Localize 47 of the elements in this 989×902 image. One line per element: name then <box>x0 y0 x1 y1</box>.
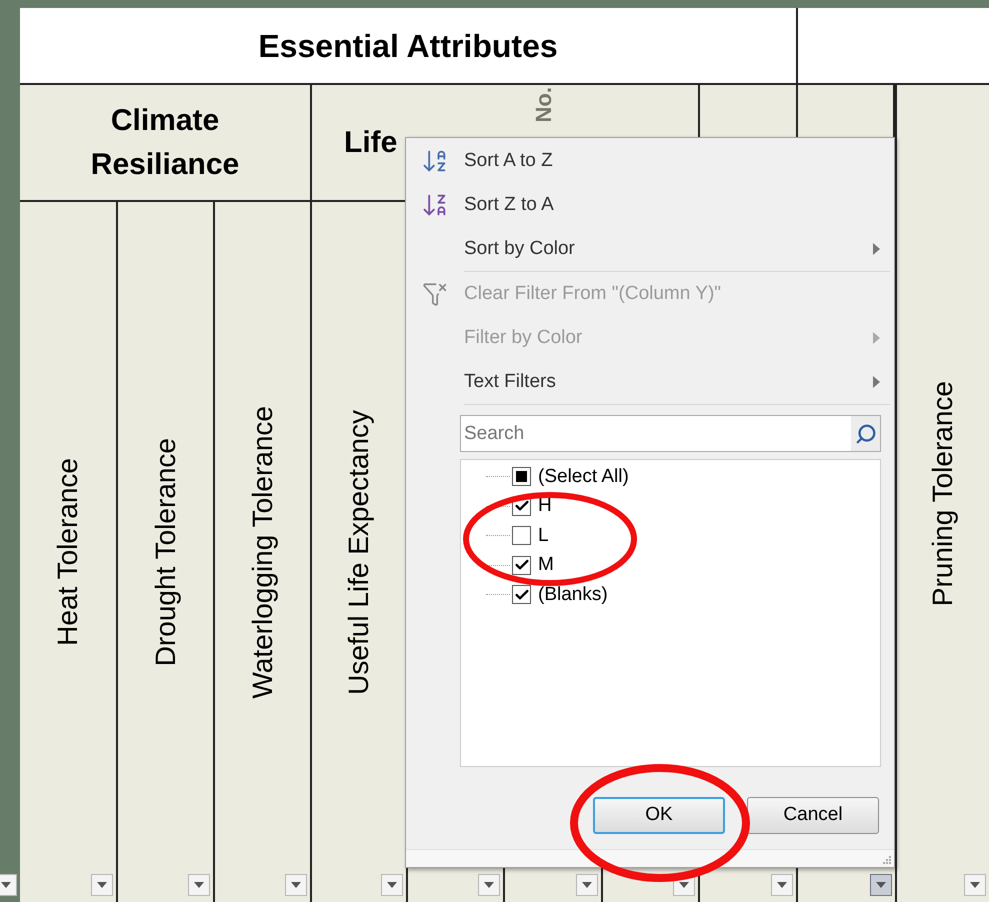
menu-item[interactable]: Text Filters <box>406 360 894 404</box>
column-header: Heat Tolerance <box>51 458 84 646</box>
filter-dropdown-button[interactable] <box>188 874 210 896</box>
column-header: Waterlogging Tolerance <box>246 406 279 698</box>
caret-icon <box>1 882 11 888</box>
caret-icon <box>484 882 494 888</box>
filter-dropdown-button[interactable] <box>478 874 500 896</box>
caret-icon <box>387 882 397 888</box>
menu-item[interactable]: Sort Z to A <box>406 183 894 227</box>
caret-icon <box>194 882 204 888</box>
filter-value: H <box>538 494 552 518</box>
group-header: Climate Resiliance <box>90 103 240 182</box>
caret-icon <box>291 882 301 888</box>
checkbox[interactable] <box>512 467 531 486</box>
dialog-button[interactable]: Cancel <box>747 797 879 834</box>
checkbox[interactable] <box>512 526 531 546</box>
section-title: Essential Attributes <box>258 26 558 66</box>
filter-dropdown-button[interactable] <box>870 874 892 896</box>
caret-icon <box>876 882 886 888</box>
caret-icon <box>679 882 689 888</box>
filter-dropdown-button[interactable] <box>91 874 113 896</box>
checkbox[interactable] <box>512 556 531 575</box>
filter-value: L <box>538 524 549 548</box>
filter-dropdown-button[interactable] <box>381 874 403 896</box>
filter-dropdown-button[interactable] <box>576 874 598 896</box>
filter-value: M <box>538 553 554 577</box>
column-header: Pruning Tolerance <box>926 380 959 606</box>
filter-dropdown-button[interactable] <box>771 874 793 896</box>
checkbox[interactable] <box>512 585 531 604</box>
resize-grip-icon <box>882 855 892 865</box>
column-header: Drought Tolerance <box>148 438 182 666</box>
group-header: Life <box>344 125 398 161</box>
filter-dropdown-button[interactable] <box>285 874 307 896</box>
filter-dropdown-button[interactable] <box>0 874 17 896</box>
column-header: Useful Life Expectancy <box>342 410 375 694</box>
filter-value: (Blanks) <box>538 582 608 606</box>
clear-filter-icon <box>422 281 448 307</box>
caret-icon <box>777 882 787 888</box>
filter-dropdown-button[interactable] <box>964 874 986 896</box>
menu-item[interactable]: Sort by Color <box>406 227 894 271</box>
dialog-button[interactable]: OK <box>593 797 725 834</box>
cell-note: No. <box>530 87 557 122</box>
caret-icon <box>582 882 592 888</box>
caret-icon <box>970 882 980 888</box>
caret-icon <box>97 882 107 888</box>
menu-item[interactable]: Sort A to Z <box>406 139 894 183</box>
filter-value: (Select All) <box>538 464 629 488</box>
